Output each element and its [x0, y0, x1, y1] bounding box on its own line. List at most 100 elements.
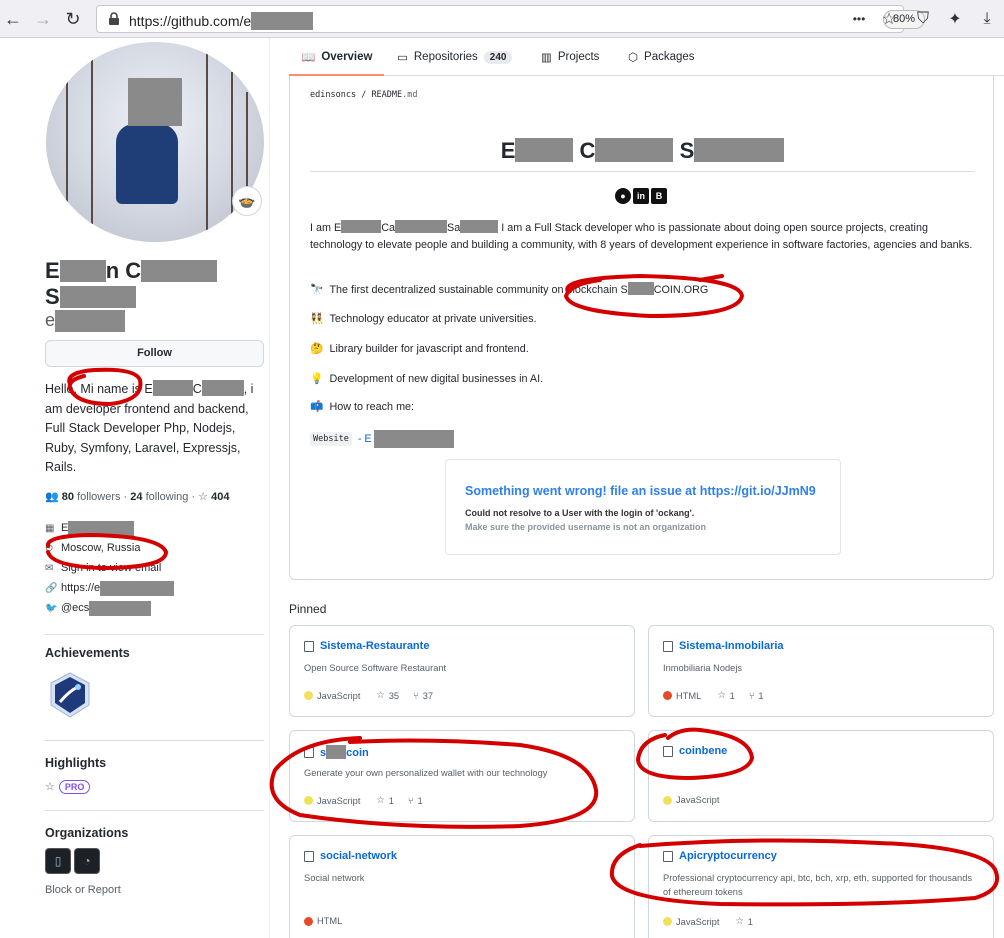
- project-icon: ▥: [541, 52, 552, 64]
- error-message: Could not resolve to a User with the log…: [465, 508, 695, 518]
- language-dot-icon: [304, 691, 313, 700]
- follow-stats: 👥 80 followers · 24 following · ☆ 404: [45, 491, 230, 503]
- pinned-repo-card: Sistema-Inmobilaria Inmobiliaria Nodejs …: [648, 625, 994, 717]
- repo-link[interactable]: coinbene: [663, 745, 727, 757]
- error-hint: Make sure the provided username is not a…: [465, 522, 707, 532]
- mail-icon: ✉: [45, 562, 54, 574]
- repo-meta: JavaScript ☆ 1: [663, 916, 753, 927]
- pinned-repo-card: social-network Social network HTML: [289, 835, 635, 938]
- profile-tabs: 📖 Overview ▭ Repositories 240 ▥ Projects ⬡ Pa…: [289, 38, 1004, 76]
- followers-count[interactable]: 80: [62, 491, 74, 503]
- repo-link[interactable]: social-network: [304, 850, 397, 862]
- social-links: ● in B: [615, 188, 667, 204]
- profile-sidebar: 🍲 En C S e Follow Hello, Mi name is EC, …: [20, 38, 270, 938]
- achievements-heading: Achievements: [45, 646, 130, 660]
- thinking-icon: 🤔: [310, 343, 324, 355]
- tab-packages[interactable]: ⬡ Packages: [628, 50, 695, 64]
- pinned-repo-card: coinbene JavaScript: [648, 730, 994, 822]
- readme-user-link[interactable]: edinsoncs: [310, 90, 356, 100]
- org-logo-2[interactable]: ◔: [74, 848, 100, 874]
- repo-description: Social network: [304, 873, 365, 883]
- lightbulb-icon: 💡: [310, 373, 324, 385]
- language-dot-icon: [663, 917, 672, 926]
- pinned-repo-card: Apicryptocurrency Professional cryptocur…: [648, 835, 994, 938]
- followers-link[interactable]: followers: [77, 491, 120, 503]
- follow-button[interactable]: Follow: [45, 340, 264, 367]
- avatar: [46, 42, 264, 242]
- star-outline-icon: ☆: [45, 781, 55, 793]
- stars-count[interactable]: 404: [211, 491, 229, 503]
- following-link[interactable]: following: [146, 491, 189, 503]
- tab-projects[interactable]: ▥ Projects: [541, 50, 599, 64]
- tab-repositories[interactable]: ▭ Repositories 240: [397, 50, 513, 64]
- repo-meta: HTML ☆ 1 ⑂ 1: [663, 690, 764, 701]
- telescope-icon: 🔭: [310, 283, 324, 296]
- repo-description: Inmobiliaria Nodejs: [663, 663, 743, 673]
- pinned-repo-card: s coin Generate your own personalized wal…: [289, 730, 635, 822]
- org-logo-1[interactable]: ▯: [45, 848, 71, 874]
- twitter-row[interactable]: 🐦 @ecs: [45, 598, 174, 618]
- people-icon: 👥: [45, 491, 59, 503]
- website-row[interactable]: 🔗 https://e: [45, 578, 175, 598]
- readme-line-educator: 👯 Technology educator at private universi…: [310, 312, 537, 326]
- pro-badge: PRO: [58, 780, 91, 794]
- tab-overview[interactable]: 📖 Overview: [301, 50, 372, 64]
- readme-title: E C S: [290, 138, 995, 164]
- repo-meta: HTML: [304, 916, 342, 926]
- people-emoji-icon: 👯: [310, 313, 324, 325]
- star-icon[interactable]: ☆: [735, 916, 743, 927]
- github-icon[interactable]: ●: [615, 188, 631, 204]
- linkedin-icon[interactable]: in: [633, 188, 649, 204]
- email-row[interactable]: ✉ Sign in to view email: [45, 558, 174, 578]
- repo-icon: [304, 640, 314, 652]
- forward-icon[interactable]: →: [32, 8, 54, 30]
- readme-stats-error-card: Something went wrong! file an issue at h…: [445, 459, 841, 555]
- building-icon: ▦: [45, 522, 55, 534]
- blogger-icon[interactable]: B: [651, 188, 667, 204]
- star-icon[interactable]: ☆: [376, 795, 384, 806]
- profile-readme: edinsoncs / README.md E C S ● in B I am …: [289, 76, 994, 580]
- star-icon[interactable]: ☆: [376, 690, 384, 701]
- website-link[interactable]: - E: [358, 433, 372, 445]
- readme-line-ai: 💡 Development of new digital businesses i…: [310, 372, 544, 386]
- reload-icon[interactable]: ↻: [62, 8, 84, 30]
- lock-icon: [109, 12, 119, 25]
- fork-icon[interactable]: ⑂: [408, 796, 414, 806]
- star-icon[interactable]: ☆: [717, 690, 725, 701]
- fork-icon[interactable]: ⑂: [413, 691, 419, 701]
- readme-intro: I am E Ca Sa I am a Full Stack developer w…: [310, 220, 973, 251]
- block-report-link[interactable]: Block or Report: [45, 884, 121, 896]
- repo-icon: ▭: [397, 52, 408, 64]
- repo-description: Open Source Software Restaurant: [304, 663, 447, 673]
- repo-meta: JavaScript ☆ 35 ⑂ 37: [304, 690, 433, 701]
- back-icon[interactable]: ←: [2, 8, 24, 30]
- readme-website: Website - E: [310, 430, 454, 448]
- pinned-repo-card: Sistema-Restaurante Open Source Software…: [289, 625, 635, 717]
- readme-line-community: 🔭 The first decentralized sustainable com…: [310, 282, 709, 296]
- profile-bio: Hello, Mi name is EC, i am developer fro…: [45, 380, 254, 474]
- repo-icon: [663, 640, 673, 652]
- address-bar[interactable]: https://github.com/e 80%: [96, 5, 925, 33]
- bookmark-star-icon[interactable]: ☆: [878, 8, 900, 30]
- error-title[interactable]: Something went wrong! file an issue at h…: [465, 484, 816, 498]
- fork-icon[interactable]: ⑂: [749, 691, 755, 701]
- repo-link[interactable]: Apicryptocurrency: [663, 850, 777, 862]
- browser-toolbar: ← → ↻ https://github.com/e 80% ••• ☆ ⛉ ✦…: [0, 0, 1004, 38]
- repo-meta: JavaScript: [663, 795, 719, 805]
- repo-link[interactable]: Sistema-Restaurante: [304, 640, 429, 652]
- repo-link[interactable]: s coin: [304, 745, 369, 759]
- more-icon[interactable]: •••: [848, 8, 870, 30]
- highlights-heading: Highlights: [45, 756, 107, 770]
- book-icon: 📖: [301, 52, 316, 64]
- shield-icon[interactable]: ⛉: [912, 8, 934, 30]
- language-dot-icon: [304, 916, 313, 926]
- status-emoji-icon[interactable]: 🍲: [232, 186, 262, 216]
- language-dot-icon: [663, 691, 672, 700]
- organizations-heading: Organizations: [45, 826, 129, 840]
- download-icon[interactable]: ⤓: [976, 8, 998, 30]
- extension-icon[interactable]: ✦: [944, 8, 966, 30]
- package-icon: ⬡: [628, 52, 639, 64]
- achievement-badge-icon[interactable]: [50, 672, 90, 718]
- following-count[interactable]: 24: [130, 491, 142, 503]
- repo-link[interactable]: Sistema-Inmobilaria: [663, 640, 784, 652]
